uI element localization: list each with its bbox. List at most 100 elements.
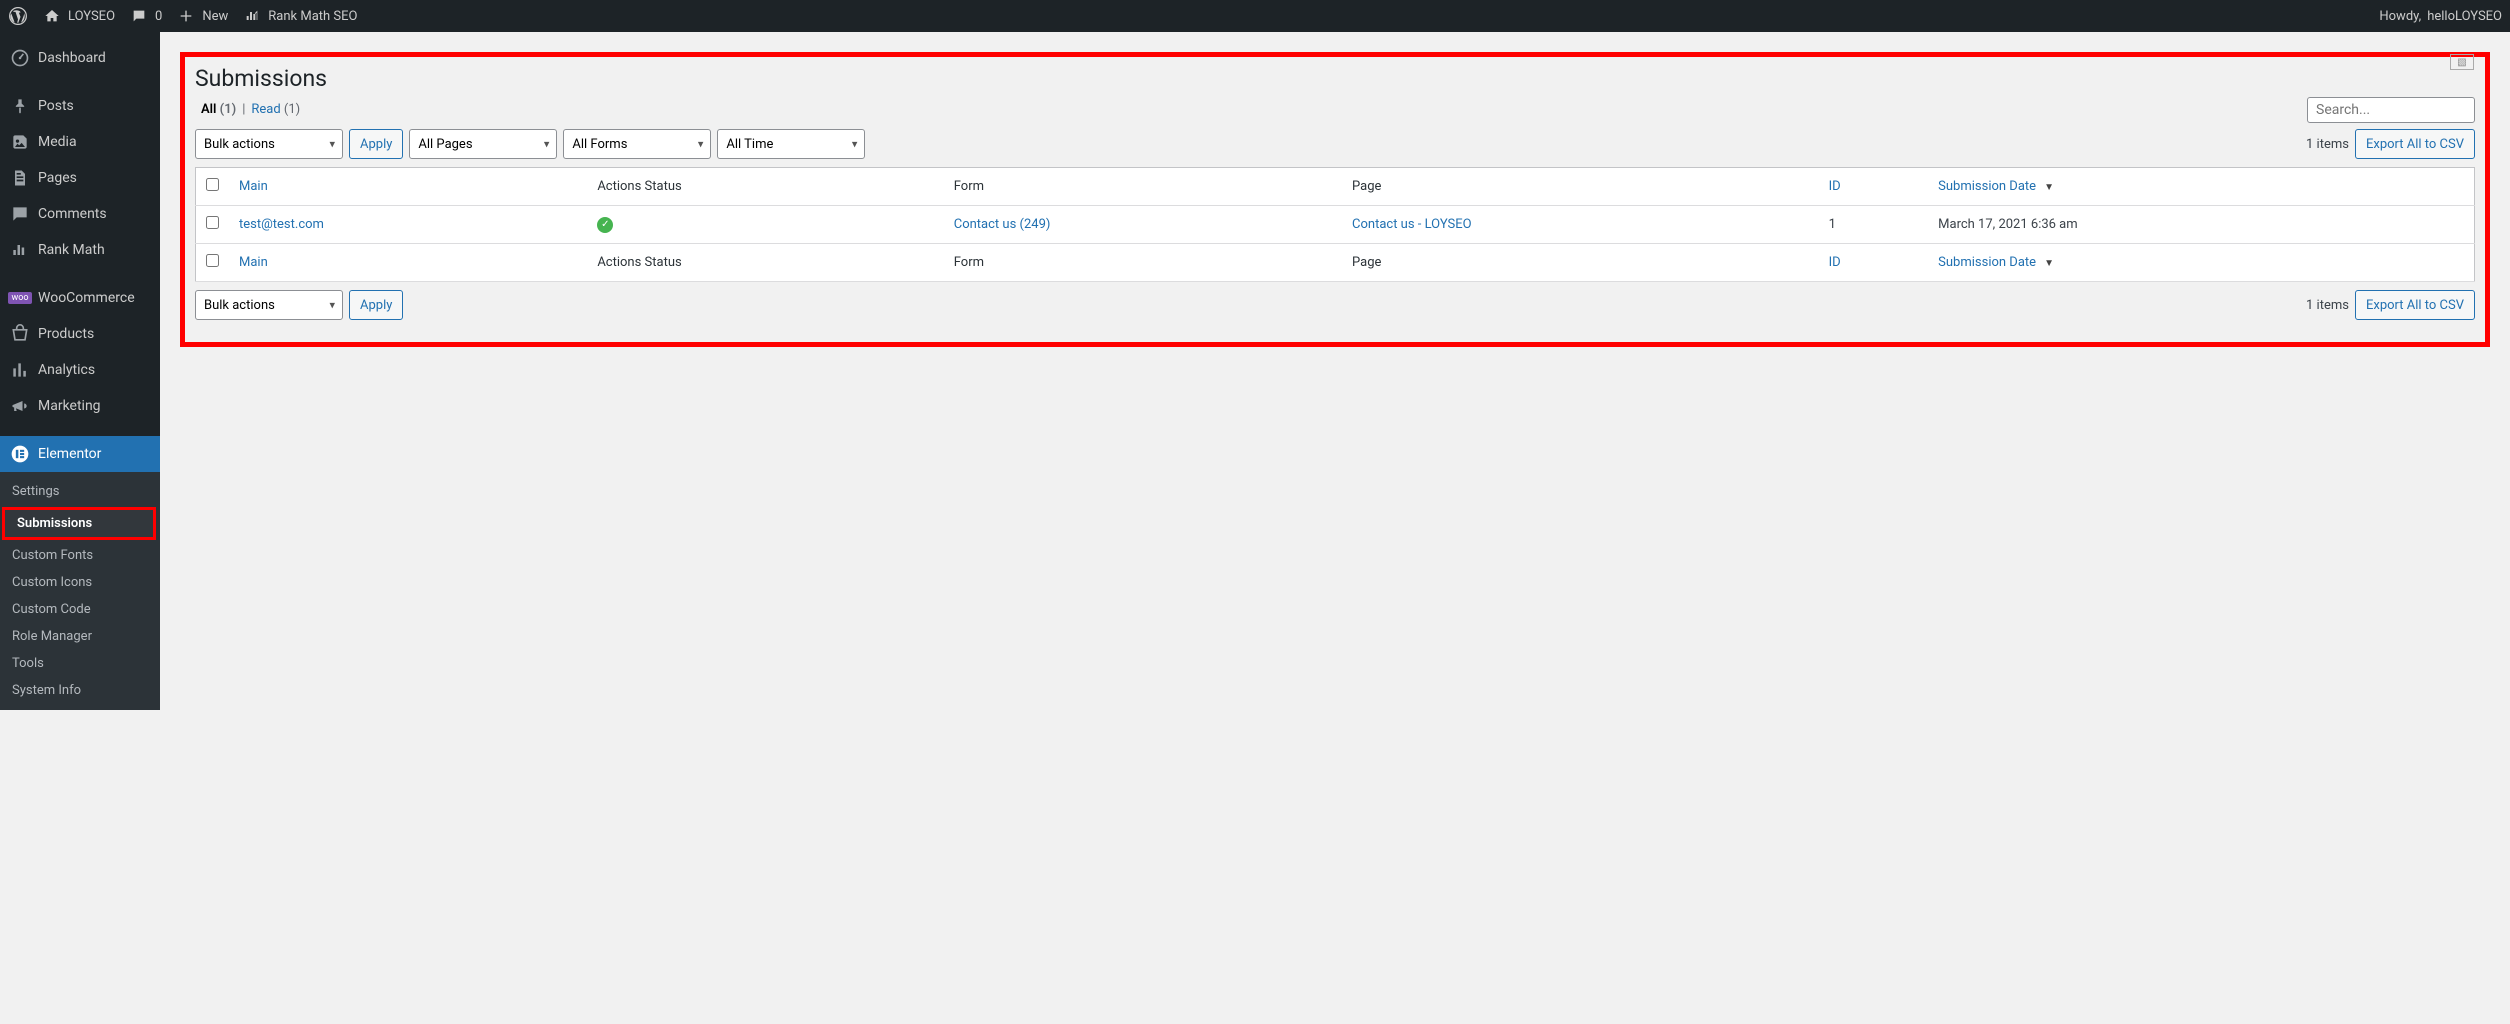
col-main-foot[interactable]: Main	[239, 255, 268, 270]
col-date-foot[interactable]: Submission Date	[1938, 255, 2054, 270]
filter-all[interactable]: All (1)	[201, 102, 236, 117]
col-actions-status-foot: Actions Status	[587, 244, 943, 282]
col-main[interactable]: Main	[239, 179, 268, 194]
subitem-custom-icons[interactable]: Custom Icons	[0, 569, 160, 596]
row-checkbox[interactable]	[206, 216, 219, 229]
dashboard-icon	[10, 48, 30, 68]
filter-pages-select[interactable]: All Pages	[409, 129, 557, 159]
row-page-link[interactable]: Contact us - LOYSEO	[1352, 217, 1472, 232]
col-id-foot[interactable]: ID	[1829, 255, 1841, 270]
sidebar-item-label: Products	[38, 326, 94, 342]
row-main-link[interactable]: test@test.com	[239, 217, 324, 232]
sidebar-item-pages[interactable]: Pages	[0, 160, 160, 196]
sidebar-item-posts[interactable]: Posts	[0, 88, 160, 124]
subitem-custom-code[interactable]: Custom Code	[0, 596, 160, 623]
col-form-foot: Form	[944, 244, 1342, 282]
comments-icon	[10, 204, 30, 224]
howdy-prefix: Howdy,	[2379, 9, 2421, 24]
col-id[interactable]: ID	[1829, 179, 1841, 194]
comment-icon	[129, 6, 149, 26]
media-icon	[10, 132, 30, 152]
sidebar-submenu-elementor: Settings Submissions Custom Fonts Custom…	[0, 472, 160, 710]
col-page: Page	[1342, 168, 1819, 206]
sidebar-item-dashboard[interactable]: Dashboard	[0, 40, 160, 76]
howdy-link[interactable]: Howdy, helloLOYSEO	[2379, 9, 2502, 24]
subitem-role-manager[interactable]: Role Manager	[0, 623, 160, 650]
export-csv-button-bottom[interactable]: Export All to CSV	[2355, 290, 2475, 320]
select-all-checkbox-top[interactable]	[206, 178, 219, 191]
site-name: LOYSEO	[68, 9, 115, 24]
subitem-system-info[interactable]: System Info	[0, 677, 160, 704]
comments-link[interactable]: 0	[129, 6, 162, 26]
sidebar-item-label: Media	[38, 134, 77, 150]
apply-button-bottom[interactable]: Apply	[349, 290, 403, 320]
col-page-foot: Page	[1342, 244, 1819, 282]
sidebar-item-label: Dashboard	[38, 50, 106, 66]
table-row: test@test.com ✓ Contact us (249) Contact…	[196, 206, 2475, 244]
woo-icon: woo	[10, 288, 30, 308]
export-csv-button-top[interactable]: Export All to CSV	[2355, 129, 2475, 159]
items-count-top: 1 items	[2306, 137, 2349, 152]
col-actions-status: Actions Status	[587, 168, 943, 206]
sidebar-item-label: Comments	[38, 206, 107, 222]
col-form: Form	[944, 168, 1342, 206]
subitem-custom-fonts[interactable]: Custom Fonts	[0, 542, 160, 569]
status-filters: All (1) | Read (1)	[201, 102, 2475, 117]
search-input[interactable]	[2307, 97, 2475, 123]
subitem-settings[interactable]: Settings	[0, 478, 160, 505]
sidebar-item-label: Marketing	[38, 398, 101, 414]
row-date: March 17, 2021 6:36 am	[1928, 206, 2474, 244]
sort-desc-icon	[2040, 179, 2054, 194]
rankmath-label: Rank Math SEO	[268, 9, 357, 24]
sidebar-item-woocommerce[interactable]: woo WooCommerce	[0, 280, 160, 316]
row-form-link[interactable]: Contact us (249)	[954, 217, 1051, 232]
analytics-icon	[10, 360, 30, 380]
pin-icon	[10, 96, 30, 116]
new-link[interactable]: New	[176, 6, 228, 26]
chart-icon	[242, 6, 262, 26]
home-icon	[42, 6, 62, 26]
filter-time-select[interactable]: All Time	[717, 129, 865, 159]
products-icon	[10, 324, 30, 344]
bulk-actions-select-top[interactable]: Bulk actions	[195, 129, 343, 159]
sidebar-item-analytics[interactable]: Analytics	[0, 352, 160, 388]
elementor-icon	[10, 444, 30, 464]
col-date[interactable]: Submission Date	[1938, 179, 2054, 194]
filter-forms-select[interactable]: All Forms	[563, 129, 711, 159]
sidebar-item-media[interactable]: Media	[0, 124, 160, 160]
subitem-tools[interactable]: Tools	[0, 650, 160, 677]
row-id: 1	[1819, 206, 1929, 244]
admin-sidebar: Dashboard Posts Media Pages Comments Ran…	[0, 32, 160, 710]
sort-desc-icon	[2040, 255, 2054, 270]
sidebar-item-label: Rank Math	[38, 242, 105, 258]
filter-read[interactable]: Read (1)	[251, 102, 300, 117]
bulk-actions-select-bottom[interactable]: Bulk actions	[195, 290, 343, 320]
sidebar-item-label: Posts	[38, 98, 74, 114]
pages-icon	[10, 168, 30, 188]
sidebar-item-label: Analytics	[38, 362, 95, 378]
items-count-bottom: 1 items	[2306, 298, 2349, 313]
sidebar-item-label: Pages	[38, 170, 77, 186]
submissions-table: Main Actions Status Form Page ID Submiss…	[195, 167, 2475, 282]
sidebar-item-products[interactable]: Products	[0, 316, 160, 352]
plus-icon	[176, 6, 196, 26]
broken-image-icon: ▧	[2450, 54, 2474, 70]
site-link[interactable]: LOYSEO	[42, 6, 115, 26]
subitem-submissions[interactable]: Submissions	[2, 507, 156, 540]
user-name: helloLOYSEO	[2427, 9, 2502, 24]
sidebar-item-comments[interactable]: Comments	[0, 196, 160, 232]
comments-count: 0	[155, 9, 162, 24]
check-circle-icon: ✓	[597, 217, 613, 233]
page-title: Submissions	[195, 65, 2475, 92]
apply-button-top[interactable]: Apply	[349, 129, 403, 159]
sidebar-item-marketing[interactable]: Marketing	[0, 388, 160, 424]
rankmath-link[interactable]: Rank Math SEO	[242, 6, 357, 26]
select-all-checkbox-bottom[interactable]	[206, 254, 219, 267]
sidebar-item-rankmath[interactable]: Rank Math	[0, 232, 160, 268]
rankmath-icon	[10, 240, 30, 260]
wordpress-icon	[8, 6, 28, 26]
sidebar-item-label: WooCommerce	[38, 290, 135, 306]
marketing-icon	[10, 396, 30, 416]
wp-logo[interactable]	[8, 6, 28, 26]
sidebar-item-elementor[interactable]: Elementor	[0, 436, 160, 472]
